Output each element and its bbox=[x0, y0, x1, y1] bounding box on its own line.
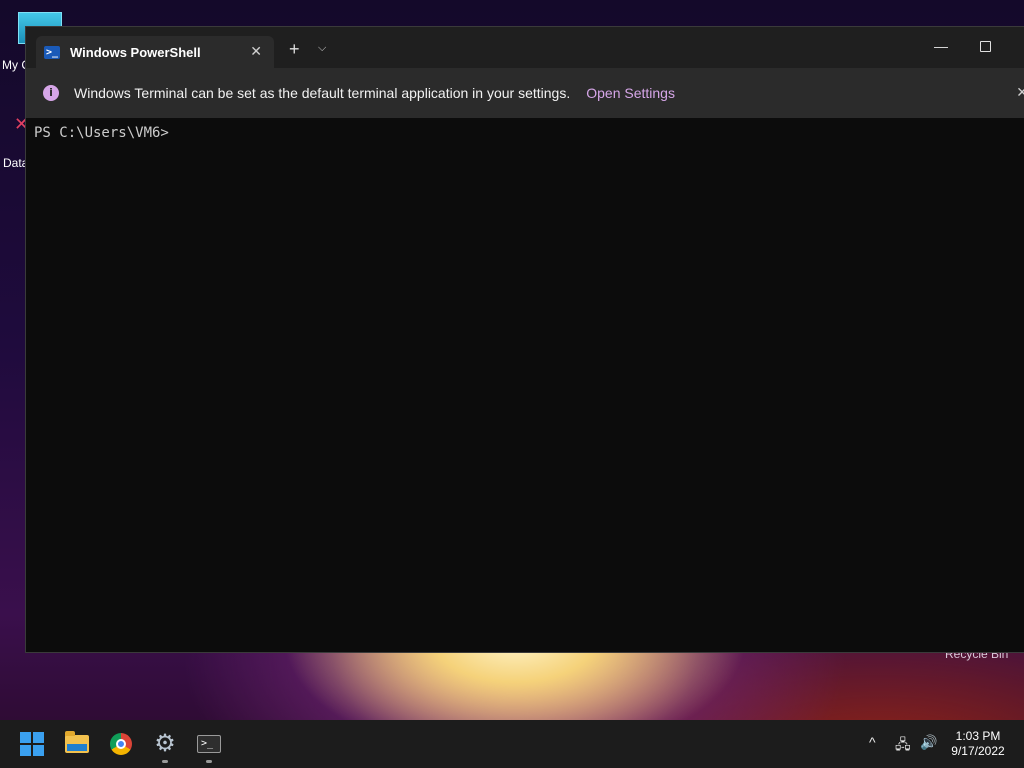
tab-windows-powershell[interactable]: >_ Windows PowerShell ✕ bbox=[36, 36, 274, 68]
terminal-icon: >_ bbox=[197, 735, 221, 753]
tab-title: Windows PowerShell bbox=[70, 44, 201, 60]
volume-icon[interactable]: 🔊 bbox=[920, 734, 937, 751]
file-explorer-button[interactable] bbox=[61, 728, 93, 760]
open-settings-link[interactable]: Open Settings bbox=[586, 85, 675, 101]
default-terminal-infobar: i Windows Terminal can be set as the def… bbox=[26, 68, 1024, 118]
show-hidden-icons-chevron-icon[interactable]: ^ bbox=[869, 734, 876, 750]
tab-close-icon[interactable]: ✕ bbox=[250, 43, 262, 60]
command-prompt: PS C:\Users\VM6> bbox=[34, 125, 169, 141]
settings-button[interactable]: ⚙ bbox=[149, 728, 181, 760]
title-bar[interactable]: >_ Windows PowerShell ✕ + ⌵ — bbox=[26, 27, 1024, 68]
terminal-window: >_ Windows PowerShell ✕ + ⌵ — i Windows … bbox=[25, 26, 1024, 653]
console-output[interactable]: PS C:\Users\VM6> bbox=[34, 125, 169, 141]
gear-icon: ⚙ bbox=[154, 730, 176, 757]
taskbar: ⚙ >_ ^ 🖧 🔊 1:03 PM 9/17/2022 bbox=[0, 720, 1024, 768]
settings-running-indicator bbox=[162, 760, 168, 763]
clock[interactable]: 1:03 PM 9/17/2022 bbox=[948, 729, 1008, 759]
chrome-icon bbox=[110, 733, 132, 755]
chrome-button[interactable] bbox=[105, 728, 137, 760]
chevron-down-icon[interactable]: ⌵ bbox=[318, 42, 326, 55]
start-button[interactable] bbox=[16, 728, 48, 760]
clock-date: 9/17/2022 bbox=[951, 744, 1005, 758]
info-icon: i bbox=[43, 85, 59, 101]
folder-icon bbox=[65, 731, 89, 753]
minimize-button[interactable]: — bbox=[934, 38, 948, 54]
new-tab-button[interactable]: + bbox=[289, 40, 300, 58]
terminal-running-indicator bbox=[206, 760, 212, 763]
clock-time: 1:03 PM bbox=[955, 729, 1001, 743]
maximize-button[interactable] bbox=[980, 41, 991, 52]
windows-logo-icon bbox=[20, 732, 44, 756]
network-icon[interactable]: 🖧 bbox=[895, 734, 911, 758]
infobar-message: Windows Terminal can be set as the defau… bbox=[74, 85, 571, 101]
terminal-button[interactable]: >_ bbox=[193, 728, 225, 760]
infobar-close-icon[interactable]: ✕ bbox=[1016, 84, 1024, 101]
powershell-icon: >_ bbox=[44, 45, 60, 59]
